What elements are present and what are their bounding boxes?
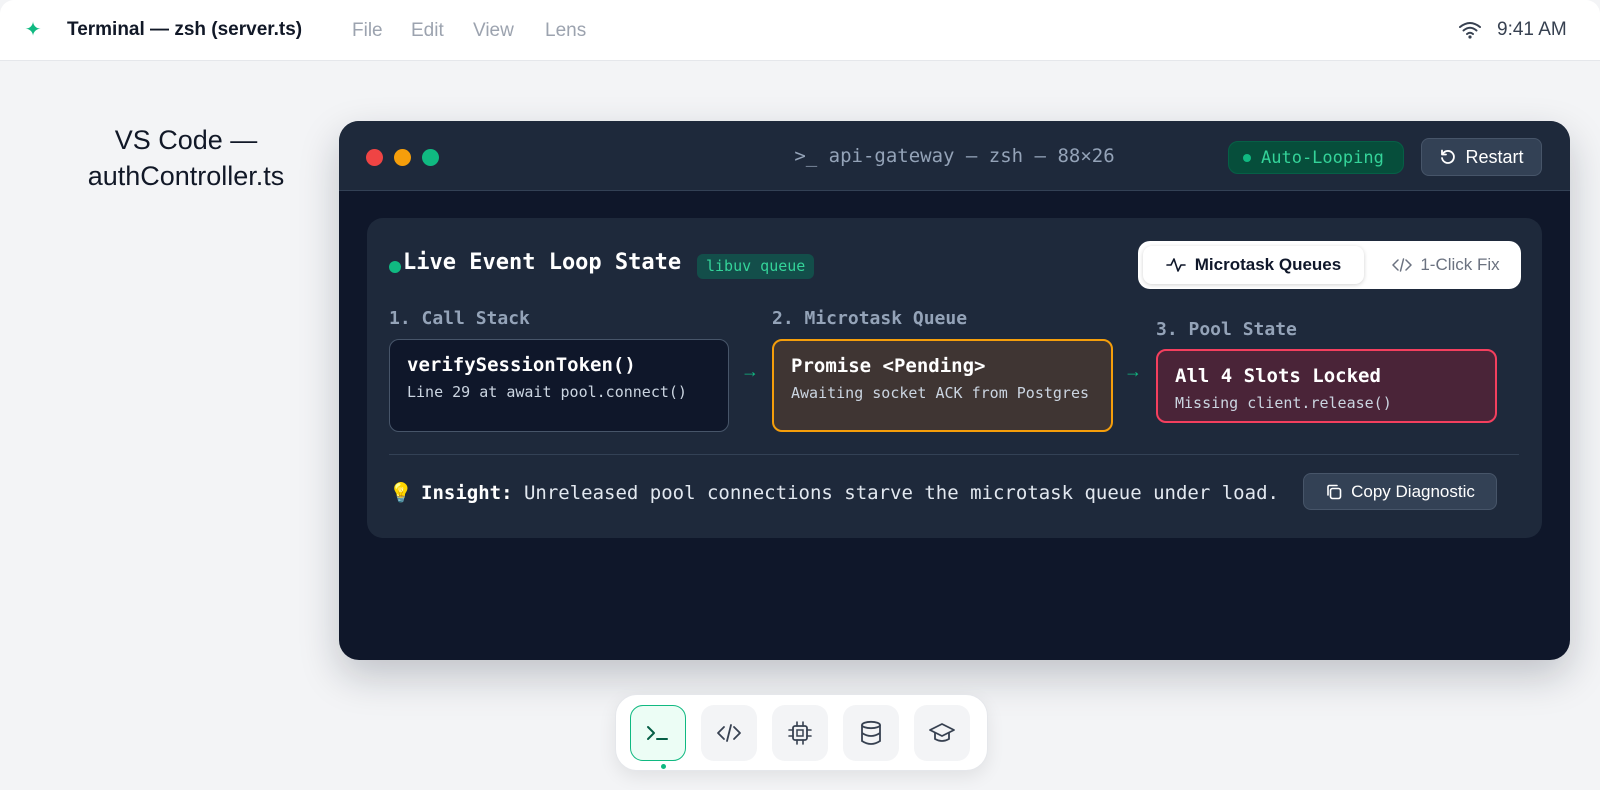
code-icon [1392, 258, 1413, 272]
clock: 9:41 AM [1497, 19, 1567, 40]
lightbulb-icon: 💡 [389, 483, 413, 504]
call-stack-label: 1. Call Stack [389, 308, 530, 329]
menu-file[interactable]: File [352, 20, 383, 42]
copy-diagnostic-label: Copy Diagnostic [1351, 481, 1475, 501]
pool-state-subtitle: Missing client.release() [1175, 394, 1392, 412]
auto-looping-badge[interactable]: Auto-Looping [1228, 141, 1404, 174]
tab-1-click-fix-label: 1-Click Fix [1420, 255, 1500, 274]
wifi-icon [1459, 22, 1481, 39]
background-window-label[interactable]: VS Code — authController.ts [62, 122, 310, 194]
menu-edit[interactable]: Edit [411, 20, 444, 42]
menu-view[interactable]: View [473, 20, 514, 42]
event-loop-panel: Live Event Loop State libuv queue Microt… [367, 218, 1542, 538]
dock-database-button[interactable] [843, 705, 899, 761]
status-dot [1243, 153, 1251, 162]
restart-button[interactable]: Restart [1421, 138, 1542, 176]
view-tabs: Microtask Queues 1-Click Fix [1138, 241, 1521, 289]
activity-icon [1165, 258, 1186, 272]
tab-microtask-queues-label: Microtask Queues [1194, 255, 1342, 274]
sparkle-icon: ✦ [24, 19, 42, 41]
flow-arrow-icon: → [741, 361, 759, 381]
menu-bar: ✦ Terminal — zsh (server.ts) File Edit V… [0, 0, 1600, 61]
background-label-line1: VS Code — [114, 125, 258, 155]
flow-arrow-icon: → [1124, 361, 1142, 381]
microtask-queue-label: 2. Microtask Queue [772, 308, 968, 329]
graduation-cap-icon [929, 723, 955, 742]
app-title: Terminal — zsh (server.ts) [67, 19, 303, 40]
dock [615, 694, 988, 771]
pool-state-label: 3. Pool State [1156, 319, 1297, 340]
live-indicator-dot [389, 261, 401, 273]
terminal-icon [647, 726, 668, 740]
dock-learn-button[interactable] [914, 705, 970, 761]
divider [389, 454, 1519, 455]
insight-label: Insight: [421, 482, 513, 504]
microtask-queue-card[interactable]: Promise <Pending> Awaiting socket ACK fr… [772, 339, 1113, 432]
pool-state-card[interactable]: All 4 Slots Locked Missing client.releas… [1156, 349, 1497, 423]
call-stack-card[interactable]: verifySessionToken() Line 29 at await po… [389, 339, 729, 432]
copy-icon [1327, 484, 1342, 499]
background-label-line2: authController.ts [87, 161, 285, 191]
auto-looping-label: Auto-Looping [1261, 147, 1384, 168]
restart-label: Restart [1465, 146, 1524, 167]
libuv-badge: libuv queue [697, 254, 815, 279]
tab-1-click-fix[interactable]: 1-Click Fix [1376, 246, 1516, 284]
call-stack-subtitle: Line 29 at await pool.connect() [407, 383, 687, 401]
insight-text: Insight: Unreleased pool connections sta… [421, 482, 1279, 504]
menu-lens[interactable]: Lens [545, 20, 586, 42]
microtask-queue-title: Promise <Pending> [791, 355, 986, 377]
microtask-queue-subtitle: Awaiting socket ACK from Postgres [791, 384, 1090, 402]
dock-terminal-button[interactable] [630, 705, 686, 761]
copy-diagnostic-button[interactable]: Copy Diagnostic [1303, 473, 1497, 510]
panel-title: Live Event Loop State [403, 250, 682, 275]
database-icon [861, 720, 881, 745]
dock-code-button[interactable] [701, 705, 757, 761]
pool-state-title: All 4 Slots Locked [1175, 365, 1381, 387]
code-icon [717, 724, 741, 742]
call-stack-title: verifySessionToken() [407, 354, 636, 376]
restart-icon [1441, 149, 1456, 164]
terminal-titlebar: >_ api-gateway — zsh — 88×26 Auto-Loopin… [339, 121, 1570, 191]
active-indicator-dot [661, 764, 666, 769]
tab-microtask-queues[interactable]: Microtask Queues [1143, 246, 1364, 284]
insight-message: Unreleased pool connections starve the m… [523, 482, 1279, 504]
cpu-icon [788, 721, 812, 745]
terminal-window: >_ api-gateway — zsh — 88×26 Auto-Loopin… [339, 121, 1570, 660]
dock-cpu-button[interactable] [772, 705, 828, 761]
